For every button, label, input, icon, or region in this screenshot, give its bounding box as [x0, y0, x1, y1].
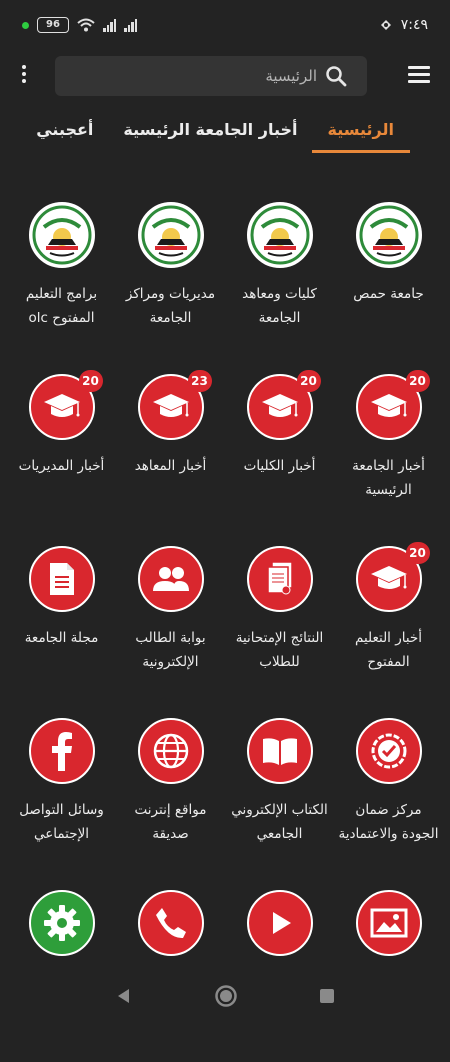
tile-directorates-news[interactable]: 20 أخبار المديريات — [7, 370, 116, 546]
back-icon[interactable] — [114, 986, 134, 1006]
status-bar: 96 ٧:٤٩ — [0, 0, 450, 50]
search-icon — [326, 66, 347, 87]
home-icon[interactable] — [214, 984, 238, 1008]
tile-ebook[interactable]: الكتاب الإلكتروني الجامعي — [225, 718, 334, 890]
book-icon — [246, 718, 313, 784]
tile-exam-results[interactable]: النتائج الإمتحانية للطلاب — [225, 546, 334, 718]
tile-label: أخبار الجامعة الرئيسية — [352, 458, 425, 498]
university-logo-icon — [355, 202, 422, 268]
search-placeholder: الرئيسية — [265, 67, 317, 85]
signal-icon-1 — [103, 18, 116, 32]
notification-badge: 20 — [78, 370, 103, 392]
menu-icon[interactable] — [408, 66, 430, 87]
wifi-icon — [77, 18, 95, 32]
privacy-indicator-dot — [22, 21, 29, 29]
globe-icon — [137, 718, 204, 784]
tab-favorites[interactable]: أعجبني — [36, 110, 93, 151]
tab-bar: أعجبني أخبار الجامعة الرئيسية الرئيسية — [0, 110, 450, 160]
search-input[interactable]: الرئيسية — [55, 56, 367, 96]
tile-university-magazine[interactable]: مجلة الجامعة — [7, 546, 116, 718]
notification-icon — [380, 20, 391, 30]
graduation-cap-icon: 23 — [137, 370, 212, 440]
tile-label: أخبار المديريات — [18, 458, 105, 474]
tile-faculties-news[interactable]: 20 أخبار الكليات — [225, 370, 334, 546]
play-icon — [246, 890, 313, 956]
tile-faculties[interactable]: كليات ومعاهد الجامعة — [225, 202, 334, 374]
university-logo-icon — [246, 202, 313, 268]
search-row: الرئيسية — [0, 55, 450, 97]
status-right: ٧:٤٩ — [379, 17, 428, 33]
notification-badge: 20 — [405, 370, 430, 392]
graduation-cap-icon: 20 — [246, 370, 321, 440]
tile-label: أخبار المعاهد — [134, 458, 207, 474]
status-left: 96 — [22, 17, 137, 33]
graduation-cap-icon: 20 — [355, 542, 430, 612]
tile-homs-university[interactable]: جامعة حمص — [334, 202, 443, 374]
tab-home[interactable]: الرئيسية — [311, 110, 410, 153]
system-navigation-bar — [0, 968, 450, 1024]
tile-label: برامج التعليم المفتوح olc — [25, 286, 98, 326]
phone-icon — [137, 890, 204, 956]
clock: ٧:٤٩ — [400, 17, 428, 33]
university-logo-icon — [28, 202, 95, 268]
tile-quality-center[interactable]: مركز ضمان الجودة والاعتمادية — [334, 718, 443, 890]
tile-label: مواقع إنترنت صديقة — [134, 802, 207, 842]
quality-seal-icon — [355, 718, 422, 784]
tile-label: أخبار الكليات — [243, 458, 316, 474]
notification-badge: 20 — [296, 370, 321, 392]
tile-social-media[interactable]: وسائل التواصل الإجتماعي — [7, 718, 116, 890]
shortcut-grid: جامعة حمص كليات ومعاهد الجامعة مديريات و… — [0, 202, 450, 1062]
tile-directorates[interactable]: مديريات ومراكز الجامعة — [116, 202, 225, 374]
notification-badge: 23 — [187, 370, 212, 392]
tile-open-learning-news[interactable]: 20 أخبار التعليم المفتوح — [334, 542, 443, 718]
tab-main-news[interactable]: أخبار الجامعة الرئيسية — [123, 110, 297, 151]
graduation-cap-icon: 20 — [355, 370, 430, 440]
image-icon — [355, 890, 422, 956]
document-icon — [28, 546, 95, 612]
tile-friendly-websites[interactable]: مواقع إنترنت صديقة — [116, 718, 225, 890]
tile-label: مجلة الجامعة — [24, 630, 99, 646]
battery-icon: 96 — [37, 17, 69, 33]
more-options-icon[interactable] — [22, 65, 28, 86]
tile-label: كليات ومعاهد الجامعة — [242, 286, 317, 326]
tile-label: النتائج الإمتحانية للطلاب — [235, 630, 324, 670]
university-logo-icon — [137, 202, 204, 268]
notification-badge: 20 — [405, 542, 430, 564]
tile-main-news[interactable]: 20 أخبار الجامعة الرئيسية — [334, 370, 443, 546]
tile-institutes-news[interactable]: 23 أخبار المعاهد — [116, 370, 225, 546]
settings-icon — [28, 890, 95, 956]
facebook-icon — [28, 718, 95, 784]
tile-label: أخبار التعليم المفتوح — [354, 630, 423, 670]
tile-label: وسائل التواصل الإجتماعي — [19, 802, 104, 842]
tile-open-learning-programs[interactable]: برامج التعليم المفتوح olc — [7, 202, 116, 374]
tile-label: مركز ضمان الجودة والاعتمادية — [338, 802, 439, 842]
users-icon — [137, 546, 204, 612]
tile-label: مديريات ومراكز الجامعة — [125, 286, 216, 326]
tile-student-portal[interactable]: بوابة الطالب الإلكترونية — [116, 546, 225, 718]
recent-apps-icon[interactable] — [318, 987, 336, 1005]
signal-icon-2 — [124, 18, 137, 32]
graduation-cap-icon: 20 — [28, 370, 103, 440]
documents-icon — [246, 546, 313, 612]
tile-label: الكتاب الإلكتروني الجامعي — [231, 802, 328, 842]
tile-label: جامعة حمص — [353, 286, 424, 302]
tile-label: بوابة الطالب الإلكترونية — [135, 630, 206, 670]
